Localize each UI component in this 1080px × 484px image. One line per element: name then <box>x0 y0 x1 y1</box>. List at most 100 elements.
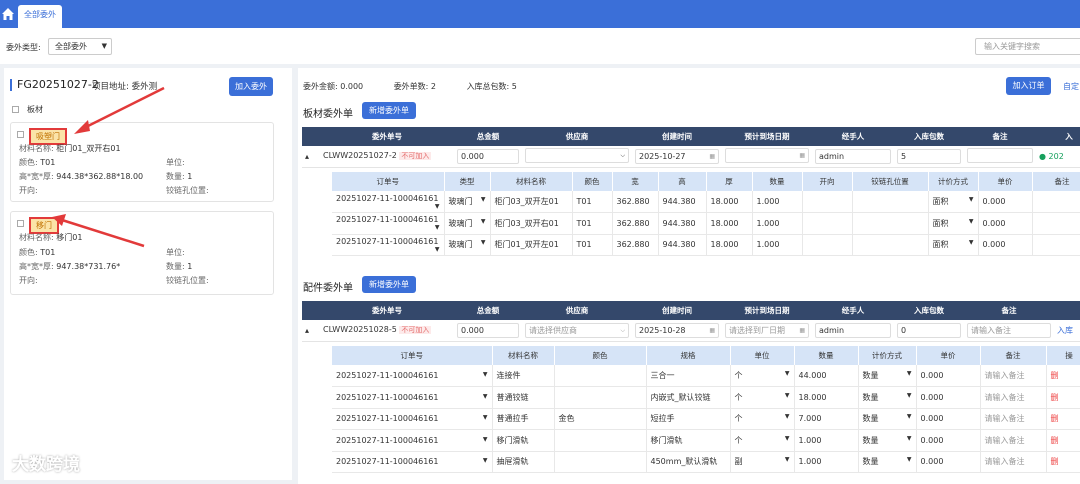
calendar-icon: ▦ <box>799 151 805 159</box>
outsource-detail-panel: 委外金额: 0.000 委外单数: 2 入库总包数: 5 加入订单 自定 板材委… <box>298 68 1080 484</box>
outsource-no: CLWW20251028-5 <box>323 325 397 335</box>
custom-link[interactable]: 自定 <box>1063 81 1079 92</box>
amount-field[interactable]: 0.000 <box>457 148 519 164</box>
item-card[interactable]: 移门 材料名称: 移门01 颜色: T01 单位: 高*宽*厚: 947.38*… <box>10 211 274 295</box>
chevron-down-icon: ▼ <box>101 42 107 50</box>
outsource-type-value: 全部委外 <box>55 42 87 51</box>
table-row[interactable]: 20251027-11-100046161 ▼ 普通拉手 金色 短拉手 个 ▼ 7.00… <box>332 408 1080 430</box>
delete-link[interactable]: 删 <box>1046 365 1080 387</box>
outsource-type-select[interactable]: 全部委外 ▼ <box>48 38 112 55</box>
table-row[interactable]: 20251027-11-100046161 ▼ 玻璃门 ▼ 柜门03_双开左01 T… <box>332 191 1080 213</box>
home-icon[interactable] <box>0 6 16 22</box>
chevron-down-icon: ▼ <box>906 413 912 421</box>
chevron-down-icon: ⌵ <box>620 326 625 334</box>
chevron-down-icon: ▼ <box>784 456 790 464</box>
stat-amount: 委外金额: 0.000 <box>303 82 364 91</box>
add-outsource-button[interactable]: 加入委外 <box>229 77 273 96</box>
chevron-down-icon: ▼ <box>480 239 486 247</box>
sheet-checkbox[interactable] <box>12 106 19 113</box>
sheet-checkbox-row[interactable]: 板材 <box>12 104 43 115</box>
order-number: FG20251027-2 <box>10 79 99 91</box>
unit-row: 单位: <box>166 248 185 257</box>
table-row[interactable]: 20251027-11-100046161 ▼ 普通铰链 内嵌式_默认铰链 个 ▼ 1… <box>332 386 1080 409</box>
table-row[interactable]: ▴ CLWW20251027-2 不可加入 0.000 ⌵ 2025-10-27… <box>302 146 1080 168</box>
table-row[interactable]: ▴ CLWW20251028-5 不可加入 0.000 请选择供应商 ⌵ 2025… <box>302 320 1080 342</box>
qty-row: 数量: 1 <box>166 172 193 181</box>
stat-count: 委外单数: 2 <box>393 82 437 91</box>
chevron-down-icon: ▼ <box>482 435 488 443</box>
handler-field[interactable]: admin <box>815 322 891 338</box>
chevron-down-icon: ▼ <box>784 391 790 399</box>
sheet-section-title: 板材委外单 <box>303 109 353 120</box>
delete-link[interactable]: 删 <box>1046 386 1080 409</box>
packages-field[interactable]: 0 <box>897 322 961 338</box>
calendar-icon: ▦ <box>709 326 715 334</box>
packages-field[interactable]: 5 <box>897 148 961 164</box>
handler-field[interactable]: admin <box>815 148 891 164</box>
created-date[interactable]: 2025-10-27 ▦ <box>635 148 719 164</box>
eta-date[interactable]: ▦ <box>725 147 809 163</box>
tab-all-outsource[interactable]: 全部委外 <box>18 5 62 28</box>
table-row[interactable]: 20251027-11-100046161 ▼ 移门滑轨 移门滑轨 个 ▼ 1.000… <box>332 429 1080 452</box>
watermark-logo: 大数跨境 <box>12 455 80 475</box>
created-date[interactable]: 2025-10-28 ▦ <box>635 322 719 338</box>
parts-outsource-table: 委外单号 总金额 供应商 创建时间 预计到场日期 经手人 入库包数 备注 ▴ CLWW2025… <box>302 301 1080 342</box>
add-order-button[interactable]: 加入订单 <box>1006 77 1051 95</box>
chevron-down-icon: ⌵ <box>620 151 625 159</box>
collapse-icon[interactable]: ▴ <box>302 146 320 168</box>
table-header: 委外单号 总金额 供应商 创建时间 预计到场日期 经手人 入库包数 备注 <box>302 301 1080 320</box>
new-sheet-outsource-button[interactable]: 新增委外单 <box>362 102 416 119</box>
chevron-down-icon: ▼ <box>434 245 440 253</box>
supplier-select[interactable]: ⌵ <box>525 147 629 163</box>
remark-field[interactable]: 请输入备注 <box>967 322 1051 338</box>
table-row[interactable]: 20251027-11-100046161 ▼ 抽屉滑轨 450mm_默认滑轨 副 ▼… <box>332 451 1080 473</box>
not-addable-badge: 不可加入 <box>399 152 432 161</box>
item-checkbox[interactable] <box>17 131 24 138</box>
supplier-select[interactable]: 请选择供应商 ⌵ <box>525 322 629 338</box>
material-row: 材料名称: 移门01 <box>19 233 83 242</box>
chevron-down-icon: ▼ <box>480 217 486 225</box>
remark-field[interactable] <box>967 147 1033 163</box>
item-card[interactable]: 吸塑门 材料名称: 柜门01_双开右01 颜色: T01 单位: 高*宽*厚: … <box>10 122 274 202</box>
new-parts-outsource-button[interactable]: 新增委外单 <box>362 276 416 293</box>
size-row: 高*宽*厚: 944.38*362.88*18.00 <box>19 172 144 181</box>
chevron-down-icon: ▼ <box>480 196 486 203</box>
collapse-icon[interactable]: ▴ <box>302 320 320 342</box>
chevron-down-icon: ▼ <box>482 414 488 422</box>
table-header: 订单号 类型 材料名称 颜色宽高厚数量 开向 铰链孔位置 计价方式 单价 备注 <box>332 172 1080 191</box>
chevron-down-icon: ▼ <box>784 434 790 442</box>
chevron-down-icon: ▼ <box>482 457 488 465</box>
open-row: 开向: <box>19 186 38 195</box>
sheet-detail-table: 订单号 类型 材料名称 颜色宽高厚数量 开向 铰链孔位置 计价方式 单价 备注 20251027… <box>332 172 1080 256</box>
stat-packages: 入库总包数: 5 <box>466 82 517 91</box>
hinge-row: 铰链孔位置: <box>166 186 209 195</box>
chevron-down-icon: ▼ <box>906 434 912 442</box>
search-input[interactable]: 输入关键字搜索 <box>975 38 1080 55</box>
item-checkbox[interactable] <box>17 220 24 227</box>
chevron-down-icon: ▼ <box>906 370 912 377</box>
eta-date[interactable]: 请选择到厂日期 ▦ <box>725 322 809 338</box>
amount-field[interactable]: 0.000 <box>457 322 519 338</box>
top-nav-bar: 全部委外 <box>0 0 1080 28</box>
chevron-down-icon: ▼ <box>968 196 974 203</box>
outsource-no: CLWW20251027-2 <box>323 151 397 161</box>
chevron-down-icon: ▼ <box>434 202 440 210</box>
delete-link[interactable]: 删 <box>1046 408 1080 430</box>
qty-row: 数量: 1 <box>166 262 193 271</box>
unit-row: 单位: <box>166 158 185 167</box>
chevron-down-icon: ▼ <box>906 391 912 399</box>
outsource-type-label: 委外类型: <box>6 43 41 52</box>
material-row: 材料名称: 柜门01_双开右01 <box>19 144 121 153</box>
table-row[interactable]: 20251027-11-100046161 ▼ 连接件 三合一 个 ▼ 44.000 … <box>332 365 1080 387</box>
size-row: 高*宽*厚: 947.38*731.76* <box>19 262 121 271</box>
chevron-down-icon: ▼ <box>968 217 974 225</box>
stock-in-link[interactable]: 入库 <box>1054 320 1080 342</box>
delete-link[interactable]: 删 <box>1046 429 1080 452</box>
chevron-down-icon: ▼ <box>784 370 790 377</box>
calendar-icon: ▦ <box>799 326 805 334</box>
table-row[interactable]: 20251027-11-100046161 ▼ 玻璃门 ▼ 柜门03_双开右01 T… <box>332 212 1080 235</box>
color-row: 颜色: T01 <box>19 248 56 257</box>
table-row[interactable]: 20251027-11-100046161 ▼ 玻璃门 ▼ 柜门01_双开左01 T… <box>332 234 1080 256</box>
chevron-down-icon: ▼ <box>482 392 488 400</box>
delete-link[interactable]: 删 <box>1046 451 1080 473</box>
